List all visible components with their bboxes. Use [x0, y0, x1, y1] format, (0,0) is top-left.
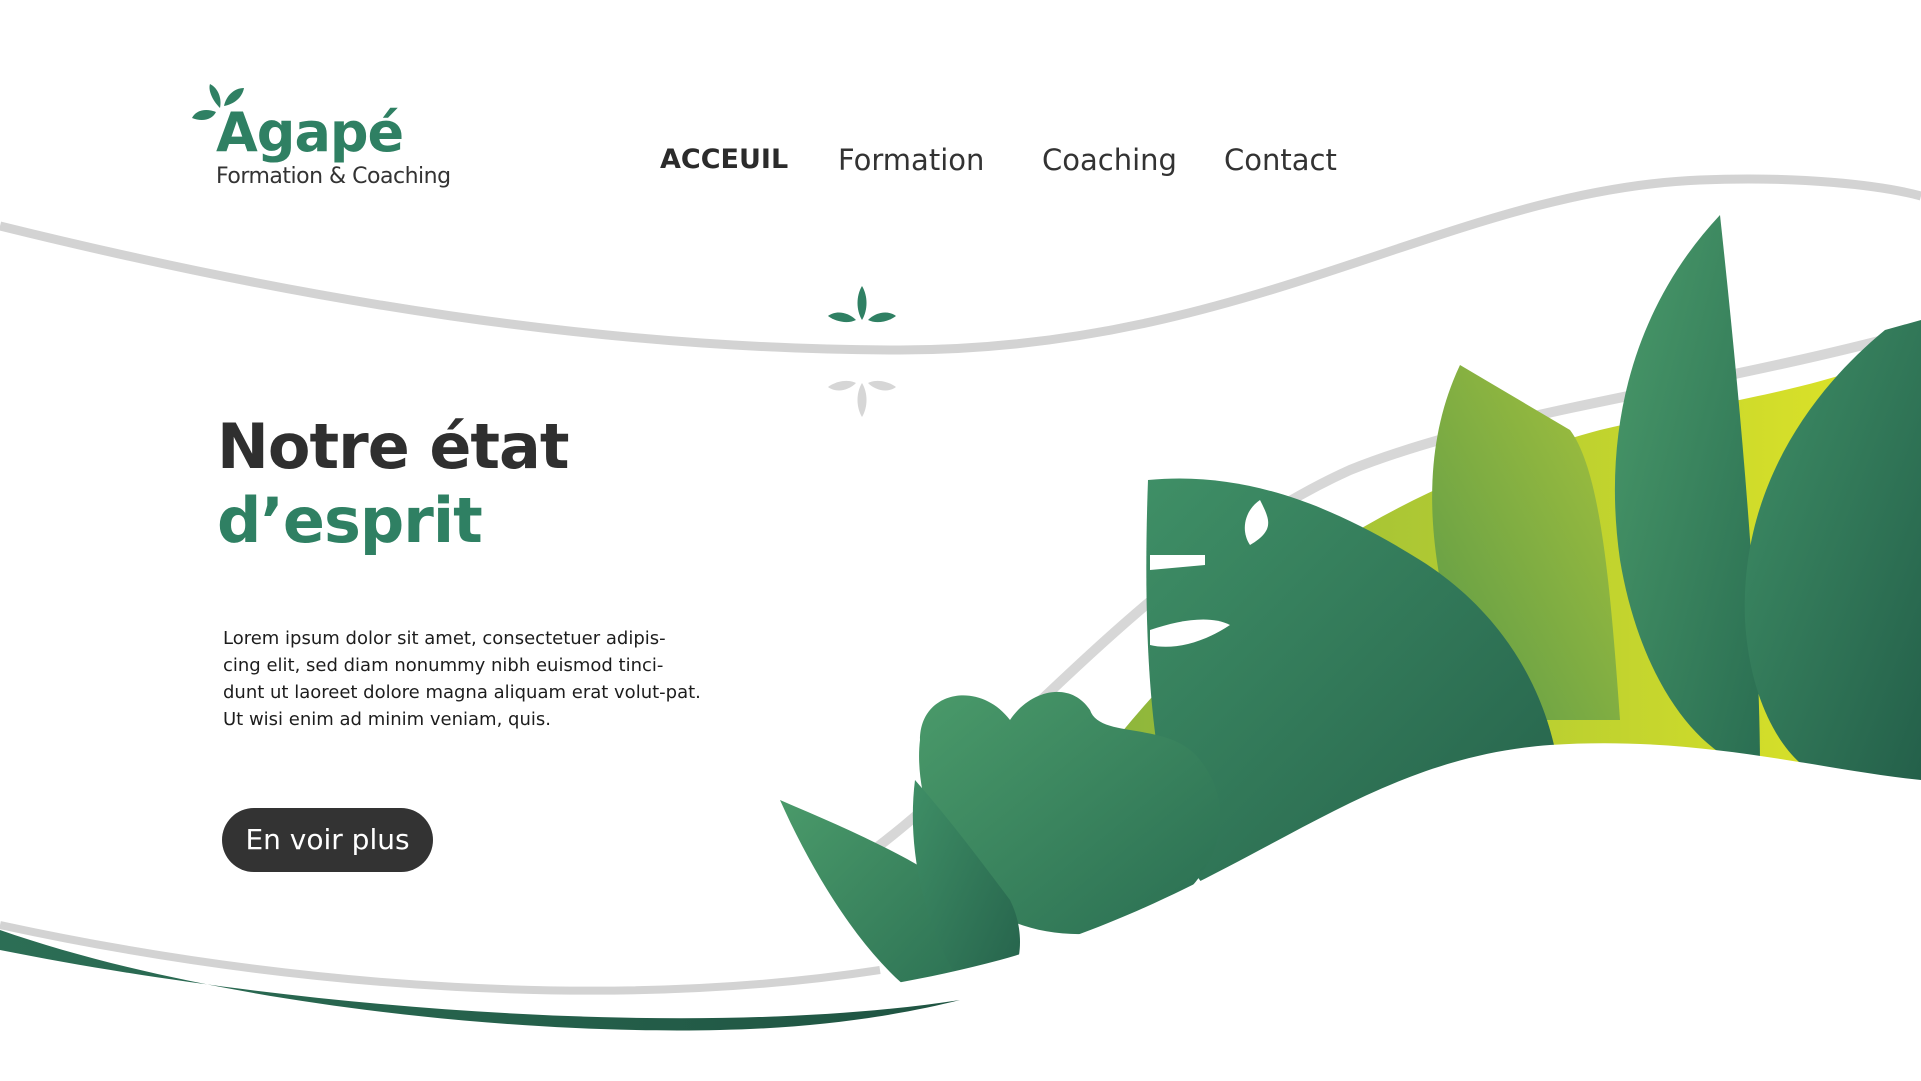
hero-title-line-1: Notre état: [217, 410, 569, 483]
nav-link-formation[interactable]: Formation: [838, 138, 984, 182]
nav-link-contact[interactable]: Contact: [1224, 138, 1337, 182]
main-navigation: ACCEUIL Formation Coaching Contact: [0, 138, 1921, 182]
hero-title: Notre état d’esprit: [217, 410, 569, 558]
sprout-icon: [828, 286, 896, 323]
see-more-button[interactable]: En voir plus: [222, 808, 433, 872]
landing-page: Agapé Formation & Coaching ACCEUIL Forma…: [0, 0, 1921, 1081]
hero-title-line-2: d’esprit: [217, 484, 483, 557]
tall-leaf-edge: [1744, 320, 1921, 780]
hero-description: Lorem ipsum dolor sit amet, consectetuer…: [223, 628, 701, 730]
top-wave-line: [0, 174, 1921, 355]
nav-link-coaching[interactable]: Coaching: [1042, 138, 1177, 182]
sprout-faded-icon: [828, 380, 896, 417]
nav-link-acceuil[interactable]: ACCEUIL: [660, 138, 788, 182]
